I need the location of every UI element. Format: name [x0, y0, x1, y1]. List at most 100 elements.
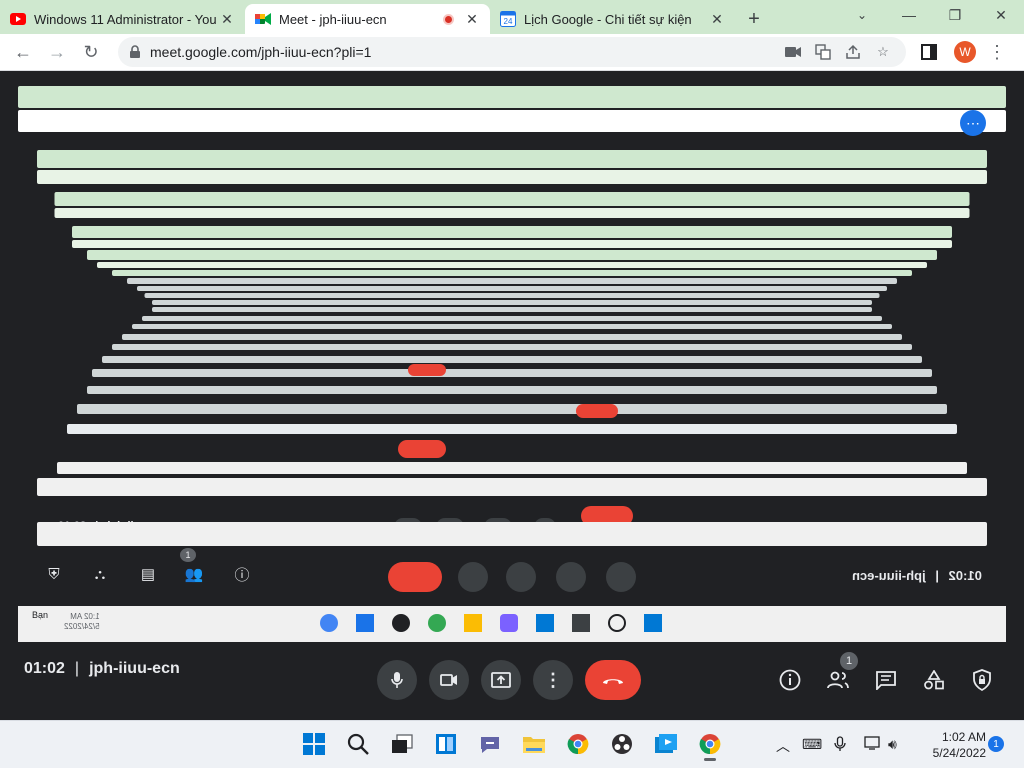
chat-teams-icon[interactable] [478, 732, 502, 756]
mirror-layer [37, 478, 987, 496]
translate-icon[interactable] [810, 41, 836, 63]
keyboard-icon[interactable]: ⌨ [802, 736, 822, 753]
lock-icon [130, 45, 140, 58]
camera-in-use-icon[interactable] [780, 41, 806, 63]
tab-youtube[interactable]: Windows 11 Administrator - You ✕ [0, 4, 245, 34]
presented-mic [606, 562, 636, 592]
mirror-layer [142, 316, 882, 321]
chrome-profile-icon[interactable] [698, 732, 722, 756]
presentation-more-icon[interactable]: ⋯ [960, 110, 986, 136]
chrome-icon[interactable] [566, 732, 590, 756]
presented-time: 01:02 [948, 568, 982, 583]
presented-clock-date: 5/24/2022 [64, 622, 100, 631]
mirror-layer [87, 250, 937, 260]
camera-icon [440, 674, 457, 686]
new-tab-button[interactable]: + [739, 4, 769, 34]
forward-icon[interactable]: → [42, 37, 72, 67]
reload-icon[interactable]: ↻ [76, 37, 106, 67]
close-tab-icon[interactable]: ✕ [709, 11, 725, 28]
chat-icon: ▤ [140, 566, 156, 583]
mirror-layer [92, 369, 932, 377]
presented-end-call [388, 562, 442, 592]
mirror-layer [97, 262, 927, 268]
more-options-button[interactable]: ⋮ [533, 660, 573, 700]
restore-icon[interactable]: ❐ [932, 0, 978, 30]
side-panel-icon[interactable] [914, 37, 944, 67]
tray-overflow-icon[interactable]: ︿ [776, 736, 790, 756]
google-calendar-icon: 24 [500, 11, 516, 27]
tab-meet[interactable]: Meet - jph-iiuu-ecn ✕ [245, 4, 490, 34]
mirror-layer [137, 286, 887, 291]
chat-icon[interactable] [872, 666, 900, 694]
mirrored-toolbar [18, 110, 1006, 132]
clock-date: 5/24/2022 [932, 746, 986, 760]
presented-code: jph-iiuu-ecn [852, 568, 926, 583]
profile-avatar[interactable]: W [954, 41, 976, 63]
bookmark-star-icon[interactable]: ☆ [870, 41, 896, 63]
presented-clock-time: 1:02 AM [70, 612, 100, 621]
mirror-layer [112, 344, 912, 350]
network-icon[interactable] [864, 736, 882, 753]
mirror-layer [54, 208, 970, 218]
minimize-icon[interactable]: — [886, 0, 932, 30]
meeting-code: jph-iiuu-ecn [89, 660, 180, 677]
mirror-layer [152, 307, 872, 312]
participants-count-badge: 1 [840, 652, 858, 670]
browser-toolbar: ← → ↻ meet.google.com/jph-iiuu-ecn?pli=1… [0, 34, 1024, 71]
tab-search-icon[interactable]: ⌄ [850, 4, 874, 26]
search-icon[interactable] [346, 732, 370, 756]
camera-button[interactable] [429, 660, 469, 700]
windows-start-icon[interactable] [302, 732, 326, 756]
presented-cam [556, 562, 586, 592]
tab-title: Lịch Google - Chi tiết sự kiện [524, 11, 692, 27]
system-clock[interactable]: 1:02 AM 5/24/2022 [916, 729, 986, 761]
participants-badge: 1 [180, 548, 196, 562]
activities-icon[interactable] [920, 666, 948, 694]
shared-screen-presentation: 01:02 | jph-iiuu-ecn ⛨ ⛬ ▤ 👥 1 ⓘ [18, 86, 1006, 714]
host-controls-icon[interactable] [968, 666, 996, 694]
close-window-icon[interactable]: ✕ [978, 0, 1024, 30]
call-end-icon [603, 679, 623, 684]
present-now-button[interactable] [481, 660, 521, 700]
file-explorer-icon[interactable] [522, 732, 546, 756]
clock-time: 1:02 AM [941, 730, 986, 744]
more-vert-icon: ⋮ [544, 669, 562, 690]
mirror-layer [132, 324, 892, 329]
google-meet-icon [255, 11, 271, 27]
media-player-icon[interactable] [654, 732, 678, 756]
microphone-icon [391, 672, 403, 688]
present-screen-icon [491, 672, 511, 688]
meeting-details-icon[interactable] [776, 666, 804, 694]
browser-tab-strip: Windows 11 Administrator - You ✕ Meet - … [0, 0, 1024, 34]
task-view-icon[interactable] [390, 732, 414, 756]
meet-content: 01:02 | jph-iiuu-ecn ⛨ ⛬ ▤ 👥 1 ⓘ [0, 72, 1024, 720]
share-icon[interactable] [840, 41, 866, 63]
tray-microphone-icon[interactable] [834, 736, 846, 755]
mirror-layer [122, 334, 902, 340]
leave-call-button[interactable] [585, 660, 641, 700]
address-bar[interactable]: meet.google.com/jph-iiuu-ecn?pli=1 ☆ [118, 37, 906, 67]
mirror-layer [144, 293, 880, 298]
close-tab-icon[interactable]: ✕ [464, 11, 480, 28]
tab-calendar[interactable]: 24 Lịch Google - Chi tiết sự kiện ✕ [490, 4, 735, 34]
mirror-layer [72, 226, 952, 238]
volume-icon[interactable]: 🔊︎ [888, 736, 897, 753]
back-icon[interactable]: ← [8, 37, 38, 67]
tab-title: Meet - jph-iiuu-ecn [279, 11, 387, 27]
menu-kebab-icon[interactable]: ⋮ [982, 37, 1012, 67]
people-icon[interactable] [824, 666, 852, 694]
mirror-layer [37, 170, 987, 184]
presented-more [458, 562, 488, 592]
active-app-indicator [704, 758, 716, 761]
close-tab-icon[interactable]: ✕ [219, 11, 235, 28]
people-icon: 👥 [184, 566, 204, 583]
microphone-button[interactable] [377, 660, 417, 700]
info-icon: ⓘ [234, 566, 250, 584]
presented-present [506, 562, 536, 592]
activities-icon: ⛬ [94, 565, 106, 583]
notification-badge[interactable]: 1 [988, 736, 1004, 752]
mirror-layer [87, 386, 937, 394]
mirror-end-call [576, 404, 618, 418]
obs-icon[interactable] [610, 732, 634, 756]
snap-layout-icon[interactable] [434, 732, 458, 756]
